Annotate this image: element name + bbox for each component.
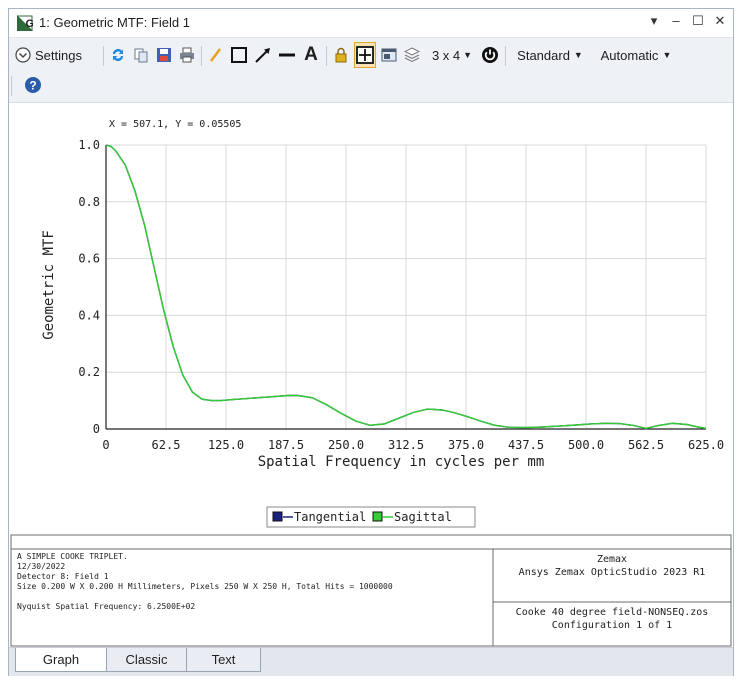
legend-sagittal: Sagittal — [394, 510, 452, 524]
legend-marker-tangential — [272, 511, 283, 522]
x-axis-label: Spatial Frequency in cycles per mm — [258, 454, 545, 470]
x-tick-label: 312.5 — [388, 438, 424, 452]
x-tick-label: 437.5 — [508, 438, 544, 452]
help-icon[interactable]: ? — [23, 74, 43, 96]
legend: Tangential Sagittal — [266, 506, 476, 528]
chevron-circle-icon — [15, 47, 31, 63]
save-icon[interactable] — [154, 44, 174, 66]
vendor-name: Zemax — [596, 554, 628, 565]
tab-text[interactable]: Text — [187, 648, 261, 672]
x-tick-label: 250.0 — [328, 438, 364, 452]
info-line: A SIMPLE COOKE TRIPLET. — [17, 552, 128, 561]
info-line: 12/30/2022 — [17, 562, 66, 571]
info-panel: A SIMPLE COOKE TRIPLET. 12/30/2022 Detec… — [9, 533, 733, 648]
automatic-chevron-down-icon: ▼ — [662, 50, 672, 60]
svg-text:?: ? — [29, 79, 36, 93]
app-icon: G — [17, 15, 33, 31]
y-tick-label: 0 — [93, 422, 100, 436]
automatic-dropdown[interactable]: Automatic ▼ — [592, 44, 680, 66]
x-tick-label: 625.0 — [688, 438, 724, 452]
file-block: Cooke 40 degree field-NONSEQ.zos Configu… — [495, 606, 729, 632]
configuration: Configuration 1 of 1 — [551, 620, 673, 631]
rectangle-tool-icon[interactable] — [228, 44, 250, 66]
product-name: Ansys Zemax OpticStudio 2023 R1 — [518, 567, 706, 578]
info-text-block: A SIMPLE COOKE TRIPLET. 12/30/2022 Detec… — [17, 552, 393, 612]
layout-chevron-down-icon: ▼ — [463, 50, 473, 60]
legend-marker-sagittal — [372, 511, 383, 522]
x-tick-label: 375.0 — [448, 438, 484, 452]
y-tick-label: 0.8 — [78, 195, 100, 209]
x-tick-label: 0 — [102, 438, 109, 452]
window-title: 1: Geometric MTF: Field 1 — [39, 15, 190, 30]
y-axis-label: Geometric MTF — [41, 230, 57, 340]
x-tick-label: 500.0 — [568, 438, 604, 452]
plot-area[interactable]: X = 507.1, Y = 0.05505 0 62.5 125.0 187.5 25… — [9, 103, 733, 533]
standard-chevron-down-icon: ▼ — [573, 50, 583, 60]
mtf-chart[interactable]: X = 507.1, Y = 0.05505 0 62.5 125.0 187.5 25… — [9, 103, 733, 533]
file-name: Cooke 40 degree field-NONSEQ.zos — [515, 607, 709, 618]
analysis-window: G 1: Geometric MTF: Field 1 ▾ – ☐ ✕ Sett… — [8, 8, 734, 676]
x-tick-label: 562.5 — [628, 438, 664, 452]
legend-tangential: Tangential — [294, 510, 366, 524]
x-tick-label: 62.5 — [152, 438, 181, 452]
window-menu-chevron-icon[interactable]: ▾ — [645, 13, 663, 29]
view-tabs: Graph Classic Text — [9, 647, 733, 676]
refresh-icon[interactable] — [108, 44, 128, 66]
settings-button[interactable]: Settings — [15, 44, 103, 66]
automatic-label: Automatic — [600, 47, 659, 63]
pencil-icon[interactable] — [206, 44, 226, 66]
print-icon[interactable] — [177, 44, 197, 66]
window-layout-icon[interactable] — [379, 44, 399, 66]
arrow-tool-icon[interactable] — [252, 44, 274, 66]
crosshair-toggle-button[interactable] — [354, 42, 376, 68]
info-line: Detector 8: Field 1 — [17, 572, 109, 581]
lock-icon[interactable] — [331, 44, 351, 66]
app-icon-letter: G — [26, 18, 34, 30]
minimize-icon[interactable]: – — [667, 13, 685, 28]
toolbar: Settings A 3 x 4 ▼ Standard ▼ Automatic … — [9, 38, 733, 103]
line-tool-icon[interactable] — [276, 44, 298, 66]
vendor-block: Zemax Ansys Zemax OpticStudio 2023 R1 — [495, 553, 729, 579]
info-line: Size 0.200 W X 0.200 H Millimeters, Pixe… — [17, 582, 393, 591]
y-tick-label: 1.0 — [78, 138, 100, 152]
y-tick-label: 0.6 — [78, 252, 100, 266]
layout-label: 3 x 4 — [431, 47, 461, 63]
standard-label: Standard — [517, 47, 570, 63]
x-tick-label: 125.0 — [208, 438, 244, 452]
text-tool-icon[interactable]: A — [300, 44, 322, 66]
copy-icon[interactable] — [131, 44, 151, 66]
power-icon[interactable] — [479, 44, 501, 66]
y-tick-label: 0.4 — [78, 308, 100, 322]
y-tick-label: 0.2 — [78, 365, 100, 379]
x-tick-label: 187.5 — [268, 438, 304, 452]
tab-classic[interactable]: Classic — [107, 648, 187, 672]
standard-dropdown[interactable]: Standard ▼ — [511, 44, 589, 66]
title-bar: G 1: Geometric MTF: Field 1 ▾ – ☐ ✕ — [9, 9, 733, 38]
cursor-readout: X = 507.1, Y = 0.05505 — [109, 119, 241, 130]
tab-graph[interactable]: Graph — [15, 648, 107, 672]
settings-label: Settings — [35, 47, 82, 63]
maximize-icon[interactable]: ☐ — [689, 13, 707, 29]
layout-dropdown[interactable]: 3 x 4 ▼ — [427, 44, 477, 66]
nyquist-line: Nyquist Spatial Frequency: 6.2500E+02 — [17, 602, 196, 611]
close-icon[interactable]: ✕ — [711, 13, 729, 29]
layers-icon[interactable] — [402, 44, 422, 66]
